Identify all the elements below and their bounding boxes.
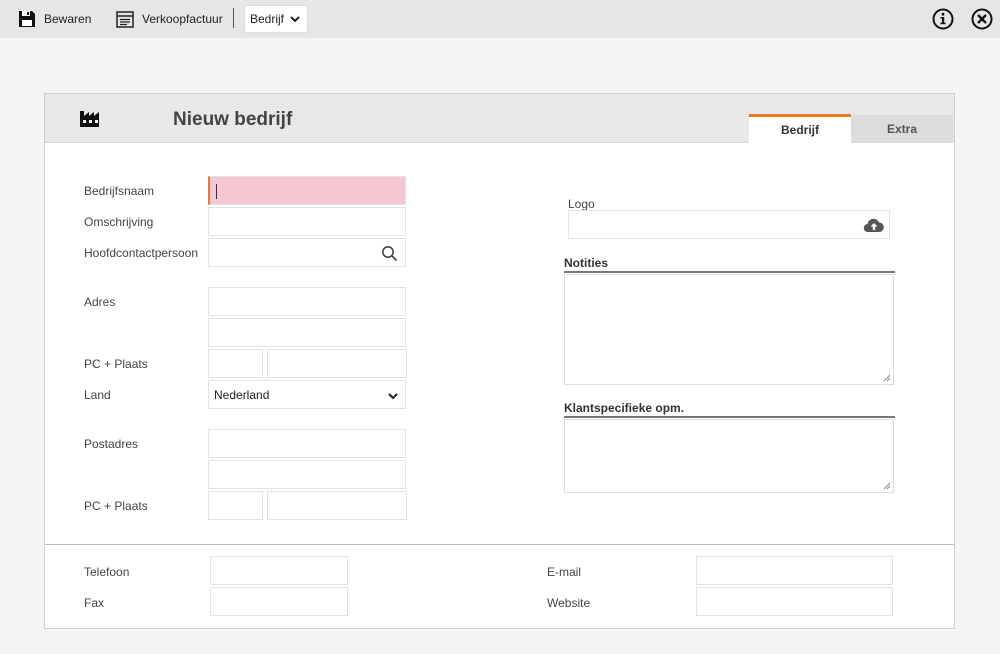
email-input[interactable] [696,556,893,585]
city-input[interactable] [267,349,407,378]
phone-label: Telefoon [84,565,130,579]
client-notes-section-title: Klantspecifieke opm. [564,401,895,418]
factory-icon [80,111,99,127]
fax-label: Fax [84,596,105,610]
logo-label: Logo [568,197,595,211]
company-name-label: Bedrijfsnaam [84,184,155,198]
fax-input[interactable] [210,587,348,616]
resize-grip-icon[interactable] [883,374,891,382]
country-select-value: Nederland [214,388,270,402]
close-icon[interactable] [971,8,993,30]
notes-textarea[interactable] [564,274,894,385]
record-type-select[interactable]: Bedrijf [244,5,308,33]
description-input[interactable] [208,207,406,236]
country-label: Land [84,388,111,402]
toolbar-divider [233,8,234,28]
email-label: E-mail [547,565,582,579]
chevron-down-icon [290,16,300,23]
search-icon[interactable] [381,245,398,262]
record-type-select-value: Bedrijf [250,12,285,26]
postal-code2-input[interactable] [208,491,263,520]
logo-upload-field[interactable] [568,210,890,239]
description-label: Omschrijving [84,215,154,229]
phone-input[interactable] [210,556,348,585]
address-line1-input[interactable] [208,287,406,316]
address-line2-input[interactable] [208,318,406,347]
toolbar: Bewaren Verkoopfactuur Bedrijf [0,0,1000,38]
notes-section-title: Notities [564,256,895,273]
page-title: Nieuw bedrijf [173,109,293,130]
save-button[interactable]: Bewaren [18,0,91,38]
postal-address-line2-input[interactable] [208,460,406,489]
address-label: Adres [84,295,116,309]
postal-address-label: Postadres [84,437,139,451]
postal-city-label: PC + Plaats [84,357,148,371]
postal-address-line1-input[interactable] [208,429,406,458]
save-button-label: Bewaren [44,12,92,26]
country-select[interactable]: Nederland [208,380,406,409]
client-notes-textarea[interactable] [564,419,894,493]
section-divider [45,544,954,545]
city2-input[interactable] [267,491,407,520]
main-contact-label: Hoofdcontactpersoon [84,246,199,260]
text-caret [216,184,217,199]
info-icon[interactable] [932,8,954,30]
website-input[interactable] [696,587,893,616]
postal-city2-label: PC + Plaats [84,499,148,513]
company-form-card: Nieuw bedrijf Bedrijf Extra Bedrijfsnaam… [44,93,955,629]
card-header: Nieuw bedrijf Bedrijf Extra [45,94,954,143]
tab-bedrijf[interactable]: Bedrijf [749,114,851,143]
save-icon [19,11,35,27]
company-name-input[interactable] [208,176,406,205]
website-label: Website [547,596,591,610]
postal-code-input[interactable] [208,349,263,378]
invoice-icon [116,10,134,28]
resize-grip-icon[interactable] [883,482,891,490]
cloud-upload-icon[interactable] [863,217,885,233]
invoice-button-label: Verkoopfactuur [142,12,223,26]
invoice-button[interactable]: Verkoopfactuur [116,0,223,38]
tab-extra[interactable]: Extra [851,115,953,143]
main-contact-input[interactable] [208,238,406,267]
chevron-down-icon [388,393,398,400]
